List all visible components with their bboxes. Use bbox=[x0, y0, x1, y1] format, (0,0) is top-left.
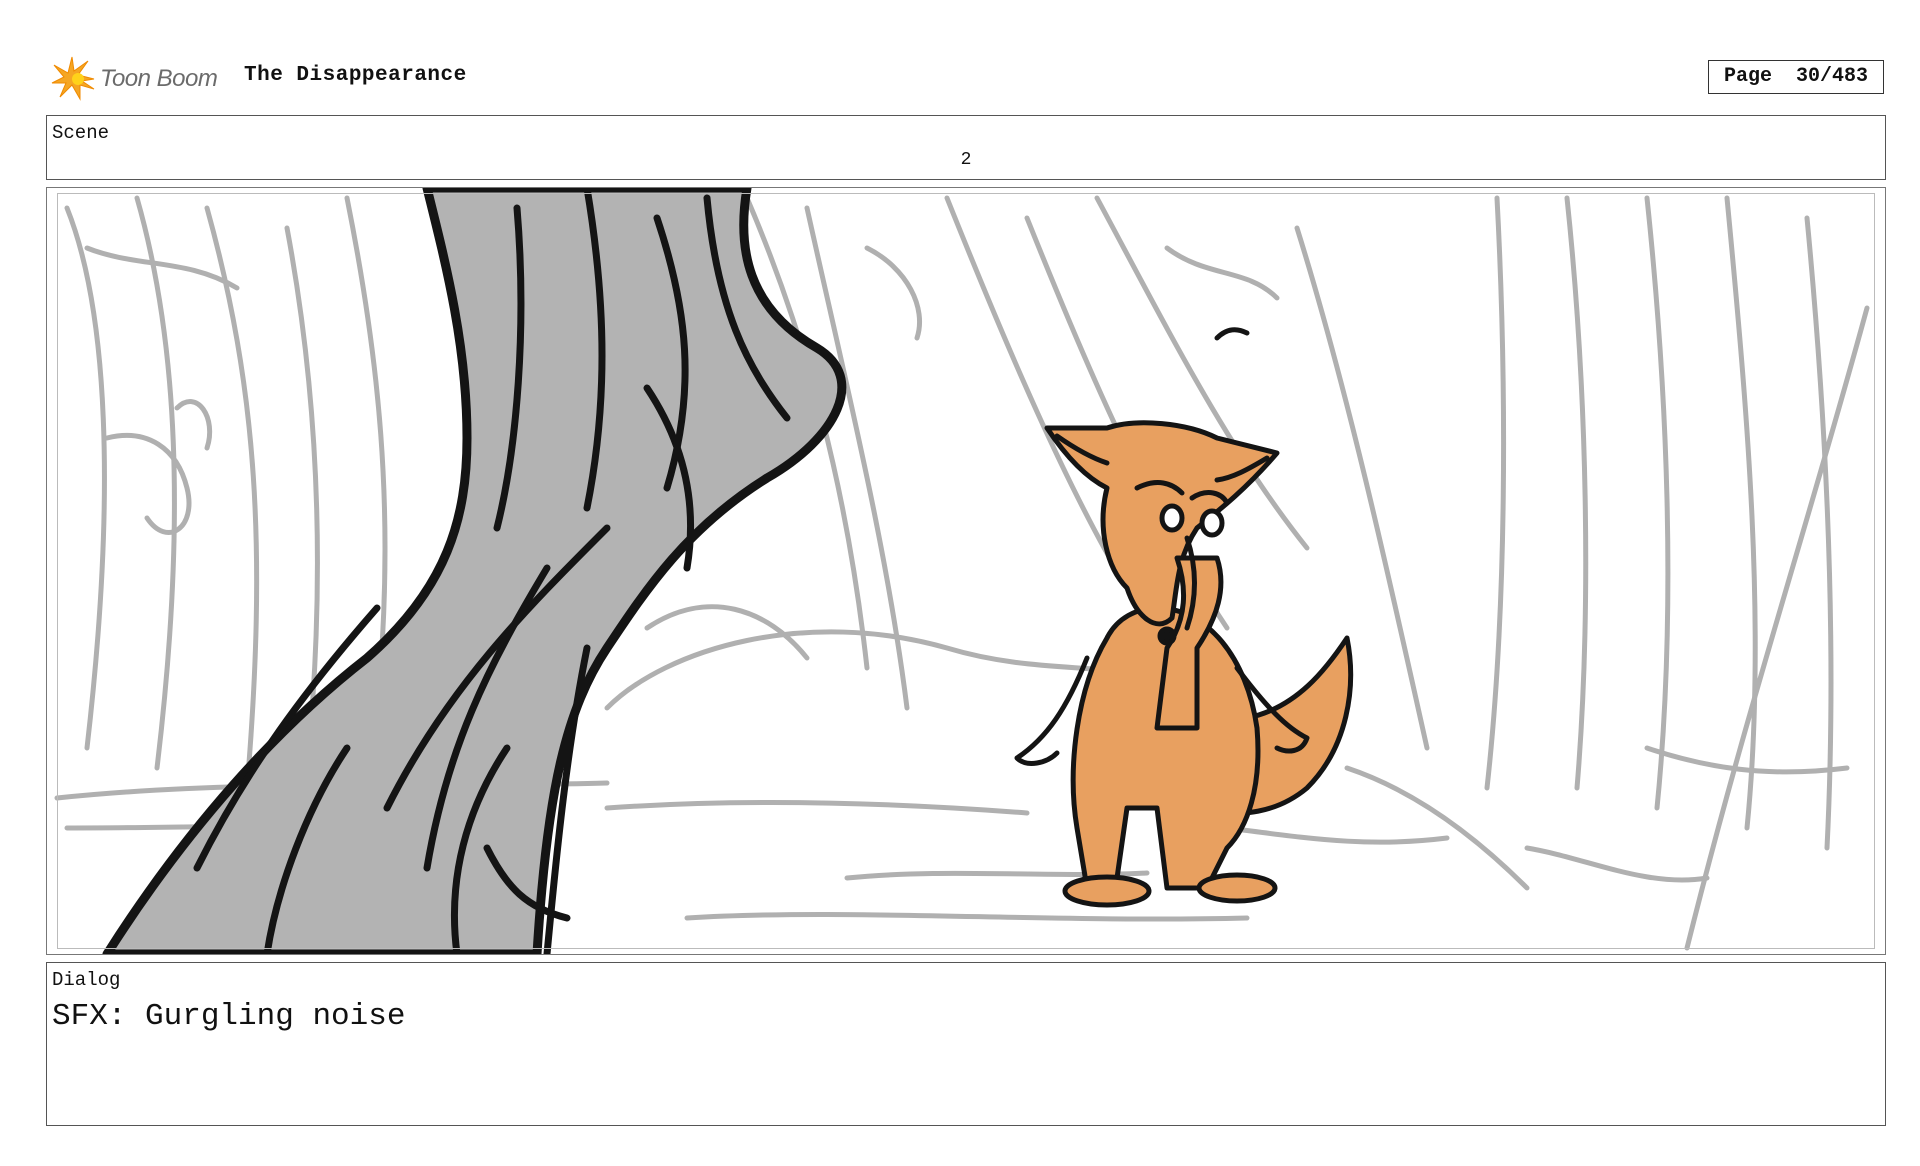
toon-boom-logo: Toon Boom bbox=[50, 54, 218, 104]
toon-boom-starburst-icon bbox=[51, 56, 95, 101]
scene-field: Scene 2 bbox=[46, 115, 1886, 180]
page-number: 30/483 bbox=[1796, 65, 1869, 88]
dialog-label: Dialog bbox=[52, 969, 121, 991]
panel-drawing bbox=[54, 188, 1870, 954]
page-label: Page bbox=[1723, 65, 1772, 88]
scene-label: Scene bbox=[52, 122, 110, 144]
scene-number: 2 bbox=[960, 150, 972, 170]
dialog-field: Dialog SFX: Gurgling noise bbox=[46, 962, 1886, 1126]
storyboard-header: Toon Boom The Disappearance Page 30/483 bbox=[46, 50, 1886, 110]
foreground-tree-trunk bbox=[102, 188, 847, 954]
storyboard-panel bbox=[46, 187, 1886, 955]
logo-text: Toon Boom bbox=[100, 65, 218, 92]
project-title: The Disappearance bbox=[244, 64, 467, 87]
page-indicator: Page 30/483 bbox=[1708, 60, 1884, 94]
fox-character bbox=[1014, 327, 1354, 908]
dialog-text: SFX: Gurgling noise bbox=[52, 999, 406, 1034]
